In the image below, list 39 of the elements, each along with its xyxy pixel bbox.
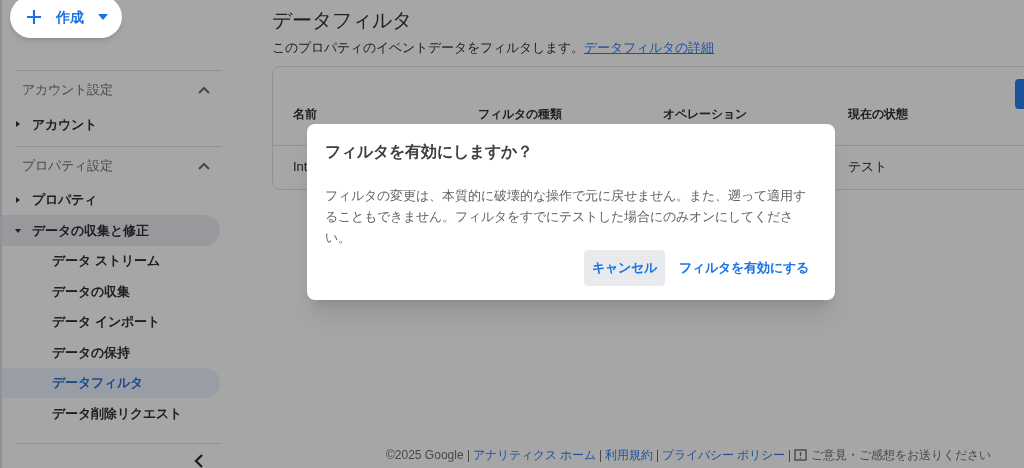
footer-link[interactable]: プライバシー ポリシー bbox=[661, 446, 786, 464]
column-header: オペレーション bbox=[663, 106, 747, 121]
create-button[interactable]: 作成 bbox=[10, 0, 122, 38]
section-header[interactable]: プロパティ設定 bbox=[2, 146, 220, 185]
details-link[interactable]: データフィルタの詳細 bbox=[584, 38, 714, 58]
cancel-button[interactable]: キャンセル bbox=[584, 250, 665, 286]
chevron-up-icon bbox=[198, 86, 210, 95]
nav-item[interactable]: データフィルタ bbox=[2, 367, 220, 399]
dialog-title: フィルタを有効にしますか？ bbox=[325, 142, 533, 162]
collapse-icon[interactable] bbox=[194, 453, 204, 468]
caret-right-icon bbox=[14, 120, 22, 129]
nav-item[interactable]: プロパティ bbox=[2, 184, 220, 216]
caret-down-icon bbox=[14, 226, 22, 235]
page-title: データフィルタ bbox=[272, 8, 412, 33]
nav-item[interactable]: データ ストリーム bbox=[2, 245, 220, 277]
section-header[interactable]: アカウント設定 bbox=[2, 71, 220, 110]
footer-link[interactable]: 利用規約 bbox=[604, 446, 653, 464]
nav-item[interactable]: データの収集 bbox=[2, 276, 220, 307]
feedback-icon[interactable] bbox=[794, 448, 808, 462]
table-cell: テスト bbox=[848, 158, 887, 174]
caret-down-icon bbox=[98, 14, 108, 20]
nav-item[interactable]: データ削除リクエスト bbox=[2, 398, 220, 429]
chevron-up-icon bbox=[198, 161, 210, 170]
caret-right-icon bbox=[14, 196, 22, 205]
column-header: 名前 bbox=[293, 106, 317, 121]
plus-icon bbox=[26, 9, 42, 25]
nav-item[interactable]: データの収集と修正 bbox=[2, 215, 220, 246]
nav-item[interactable]: データの保持 bbox=[2, 337, 220, 368]
dialog-message: フィルタの変更は、本質的に破壊的な操作で元に戻せません。また、遡って適用することもできません。フィルタをすでにテストした場合にのみオンにしてください。 bbox=[325, 188, 807, 247]
page-description: このプロパティのイベントデータをフィルタします。 bbox=[272, 39, 584, 57]
enable-filter-button[interactable]: フィルタを有効にする bbox=[671, 250, 817, 286]
column-header: 現在の状態 bbox=[848, 106, 908, 121]
feedback-link[interactable]: ご意見・ご感想をお送りください bbox=[811, 446, 992, 464]
footer-link[interactable]: アナリティクス ホーム bbox=[472, 446, 596, 464]
nav-item[interactable]: アカウント bbox=[2, 109, 220, 140]
copyright-text: ©2025 Google bbox=[386, 447, 464, 464]
table-cell: Int bbox=[293, 158, 308, 174]
nav-item[interactable]: データ インポート bbox=[2, 306, 220, 338]
column-header: フィルタの種類 bbox=[478, 106, 562, 121]
